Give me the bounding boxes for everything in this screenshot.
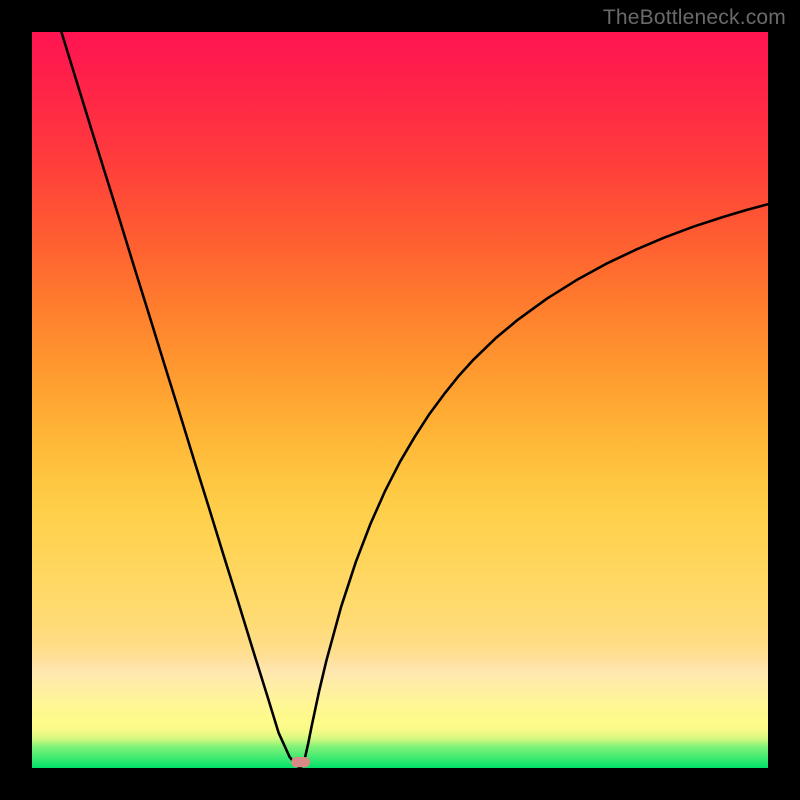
curve-left-branch (61, 32, 300, 768)
plot-area (32, 32, 768, 768)
chart-frame: TheBottleneck.com (0, 0, 800, 800)
vertex-marker (291, 757, 310, 767)
curve-right-branch (301, 204, 768, 768)
curves-svg (32, 32, 768, 768)
watermark-text: TheBottleneck.com (603, 6, 786, 30)
